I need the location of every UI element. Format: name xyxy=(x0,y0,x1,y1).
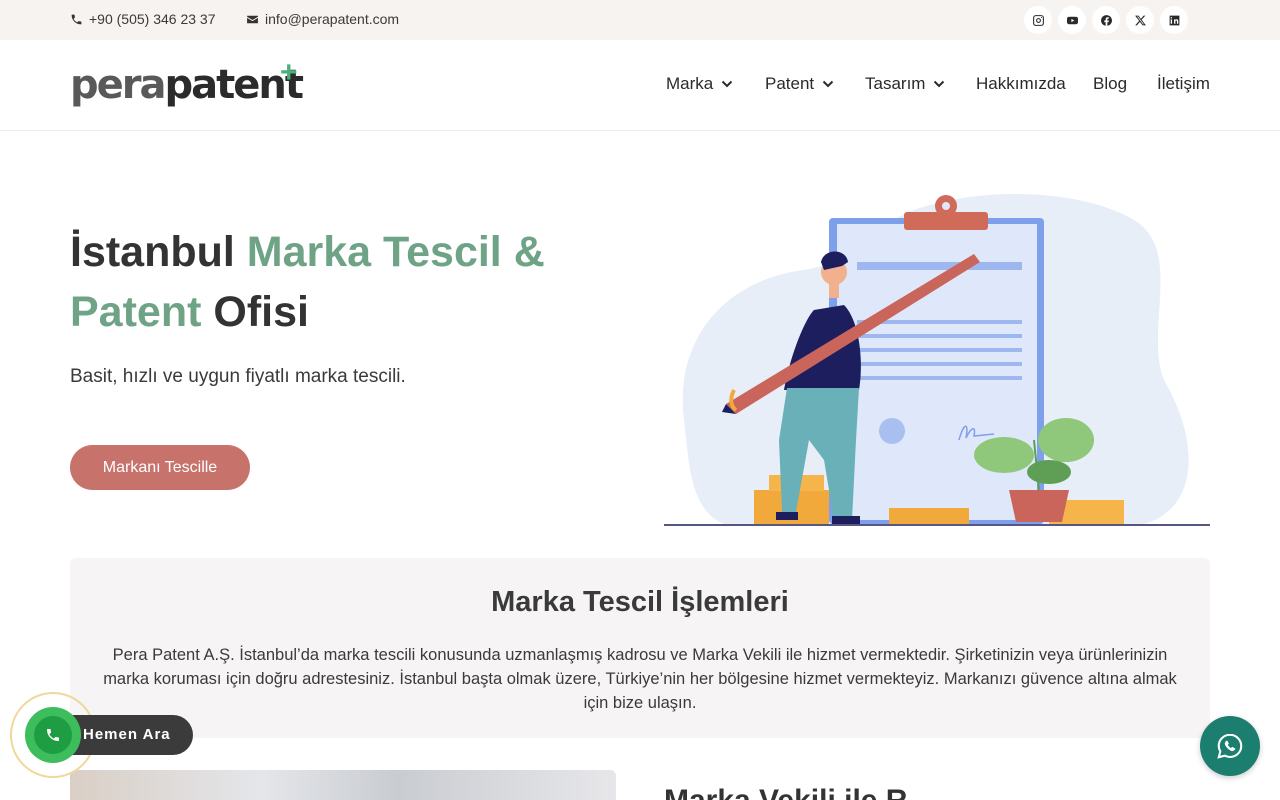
call-label: Hemen Ara xyxy=(83,726,171,743)
youtube-icon xyxy=(1066,16,1078,24)
nav-label-marka: Marka xyxy=(666,74,714,93)
email-address: info@perapatent.com xyxy=(265,11,400,27)
nav-item-iletisim[interactable]: İletişim xyxy=(1157,74,1210,94)
envelope-icon xyxy=(247,15,258,23)
nav-item-hakkimizda[interactable]: Hakkımızda xyxy=(976,74,1066,94)
trademark-registration-section: Marka Tescil İşlemleri Pera Patent A.Ş. … xyxy=(70,558,1210,738)
email-contact[interactable]: info@perapatent.com xyxy=(246,11,399,27)
phone-number: +90 (505) 346 23 37 xyxy=(89,11,216,27)
phone-icon xyxy=(71,14,82,24)
nav-item-marka[interactable]: Marka xyxy=(666,74,733,94)
whatsapp-button[interactable] xyxy=(1200,716,1260,776)
chevron-down-icon xyxy=(822,80,834,88)
logo-plus: + xyxy=(280,56,298,89)
linkedin-link[interactable] xyxy=(1160,6,1188,34)
phone-contact[interactable]: +90 (505) 346 23 37 xyxy=(70,11,216,27)
nav-item-blog[interactable]: Blog xyxy=(1093,74,1127,94)
hero-title-part2: Ofisi xyxy=(201,288,309,336)
section-title: Marka Tescil İşlemleri xyxy=(491,586,789,618)
whatsapp-icon xyxy=(1217,733,1243,759)
chevron-down-icon xyxy=(934,80,945,88)
hero-title: İstanbul Marka Tescil & Patent Ofisi xyxy=(70,222,590,342)
nav-item-tasarim[interactable]: Tasarım xyxy=(865,74,945,94)
next-section-heading: Marka Vekili ile R xyxy=(664,784,907,800)
hero-illustration xyxy=(664,193,1210,526)
instagram-link[interactable] xyxy=(1024,6,1052,34)
phone-icon xyxy=(47,729,59,741)
nav-label-tasarim: Tasarım xyxy=(865,74,926,93)
nav-label-patent: Patent xyxy=(765,74,815,93)
call-circle xyxy=(25,707,81,763)
nav-label-blog: Blog xyxy=(1093,74,1128,93)
linkedin-icon xyxy=(1169,15,1179,25)
nav-label-hakkimizda: Hakkımızda xyxy=(976,74,1066,93)
facebook-link[interactable] xyxy=(1092,6,1120,34)
site-logo[interactable]: perapatent + xyxy=(70,56,304,108)
main-header: perapatent + Marka Patent Tasarım Hakkım… xyxy=(0,40,1280,131)
youtube-link[interactable] xyxy=(1058,6,1086,34)
section-description: Pera Patent A.Ş. İstanbul’da marka tesci… xyxy=(103,646,1177,712)
logo-text-pera: pera xyxy=(70,62,166,108)
instagram-icon xyxy=(1032,14,1044,26)
chevron-down-icon xyxy=(722,80,733,88)
top-bar: +90 (505) 346 23 37 info@perapatent.com xyxy=(0,0,1280,40)
call-inner xyxy=(34,716,72,754)
call-now-button[interactable]: Hemen Ara xyxy=(10,692,200,778)
register-brand-button[interactable]: Markanı Tescille xyxy=(70,445,250,490)
x-link[interactable] xyxy=(1126,6,1154,34)
facebook-icon xyxy=(1100,14,1112,26)
nav-item-patent[interactable]: Patent xyxy=(765,74,834,94)
hero-subtitle: Basit, hızlı ve uygun fiyatlı marka tesc… xyxy=(70,366,406,387)
hero-title-part1: İstanbul xyxy=(70,228,247,276)
x-icon xyxy=(1134,15,1146,25)
nav-label-iletisim: İletişim xyxy=(1157,74,1210,93)
